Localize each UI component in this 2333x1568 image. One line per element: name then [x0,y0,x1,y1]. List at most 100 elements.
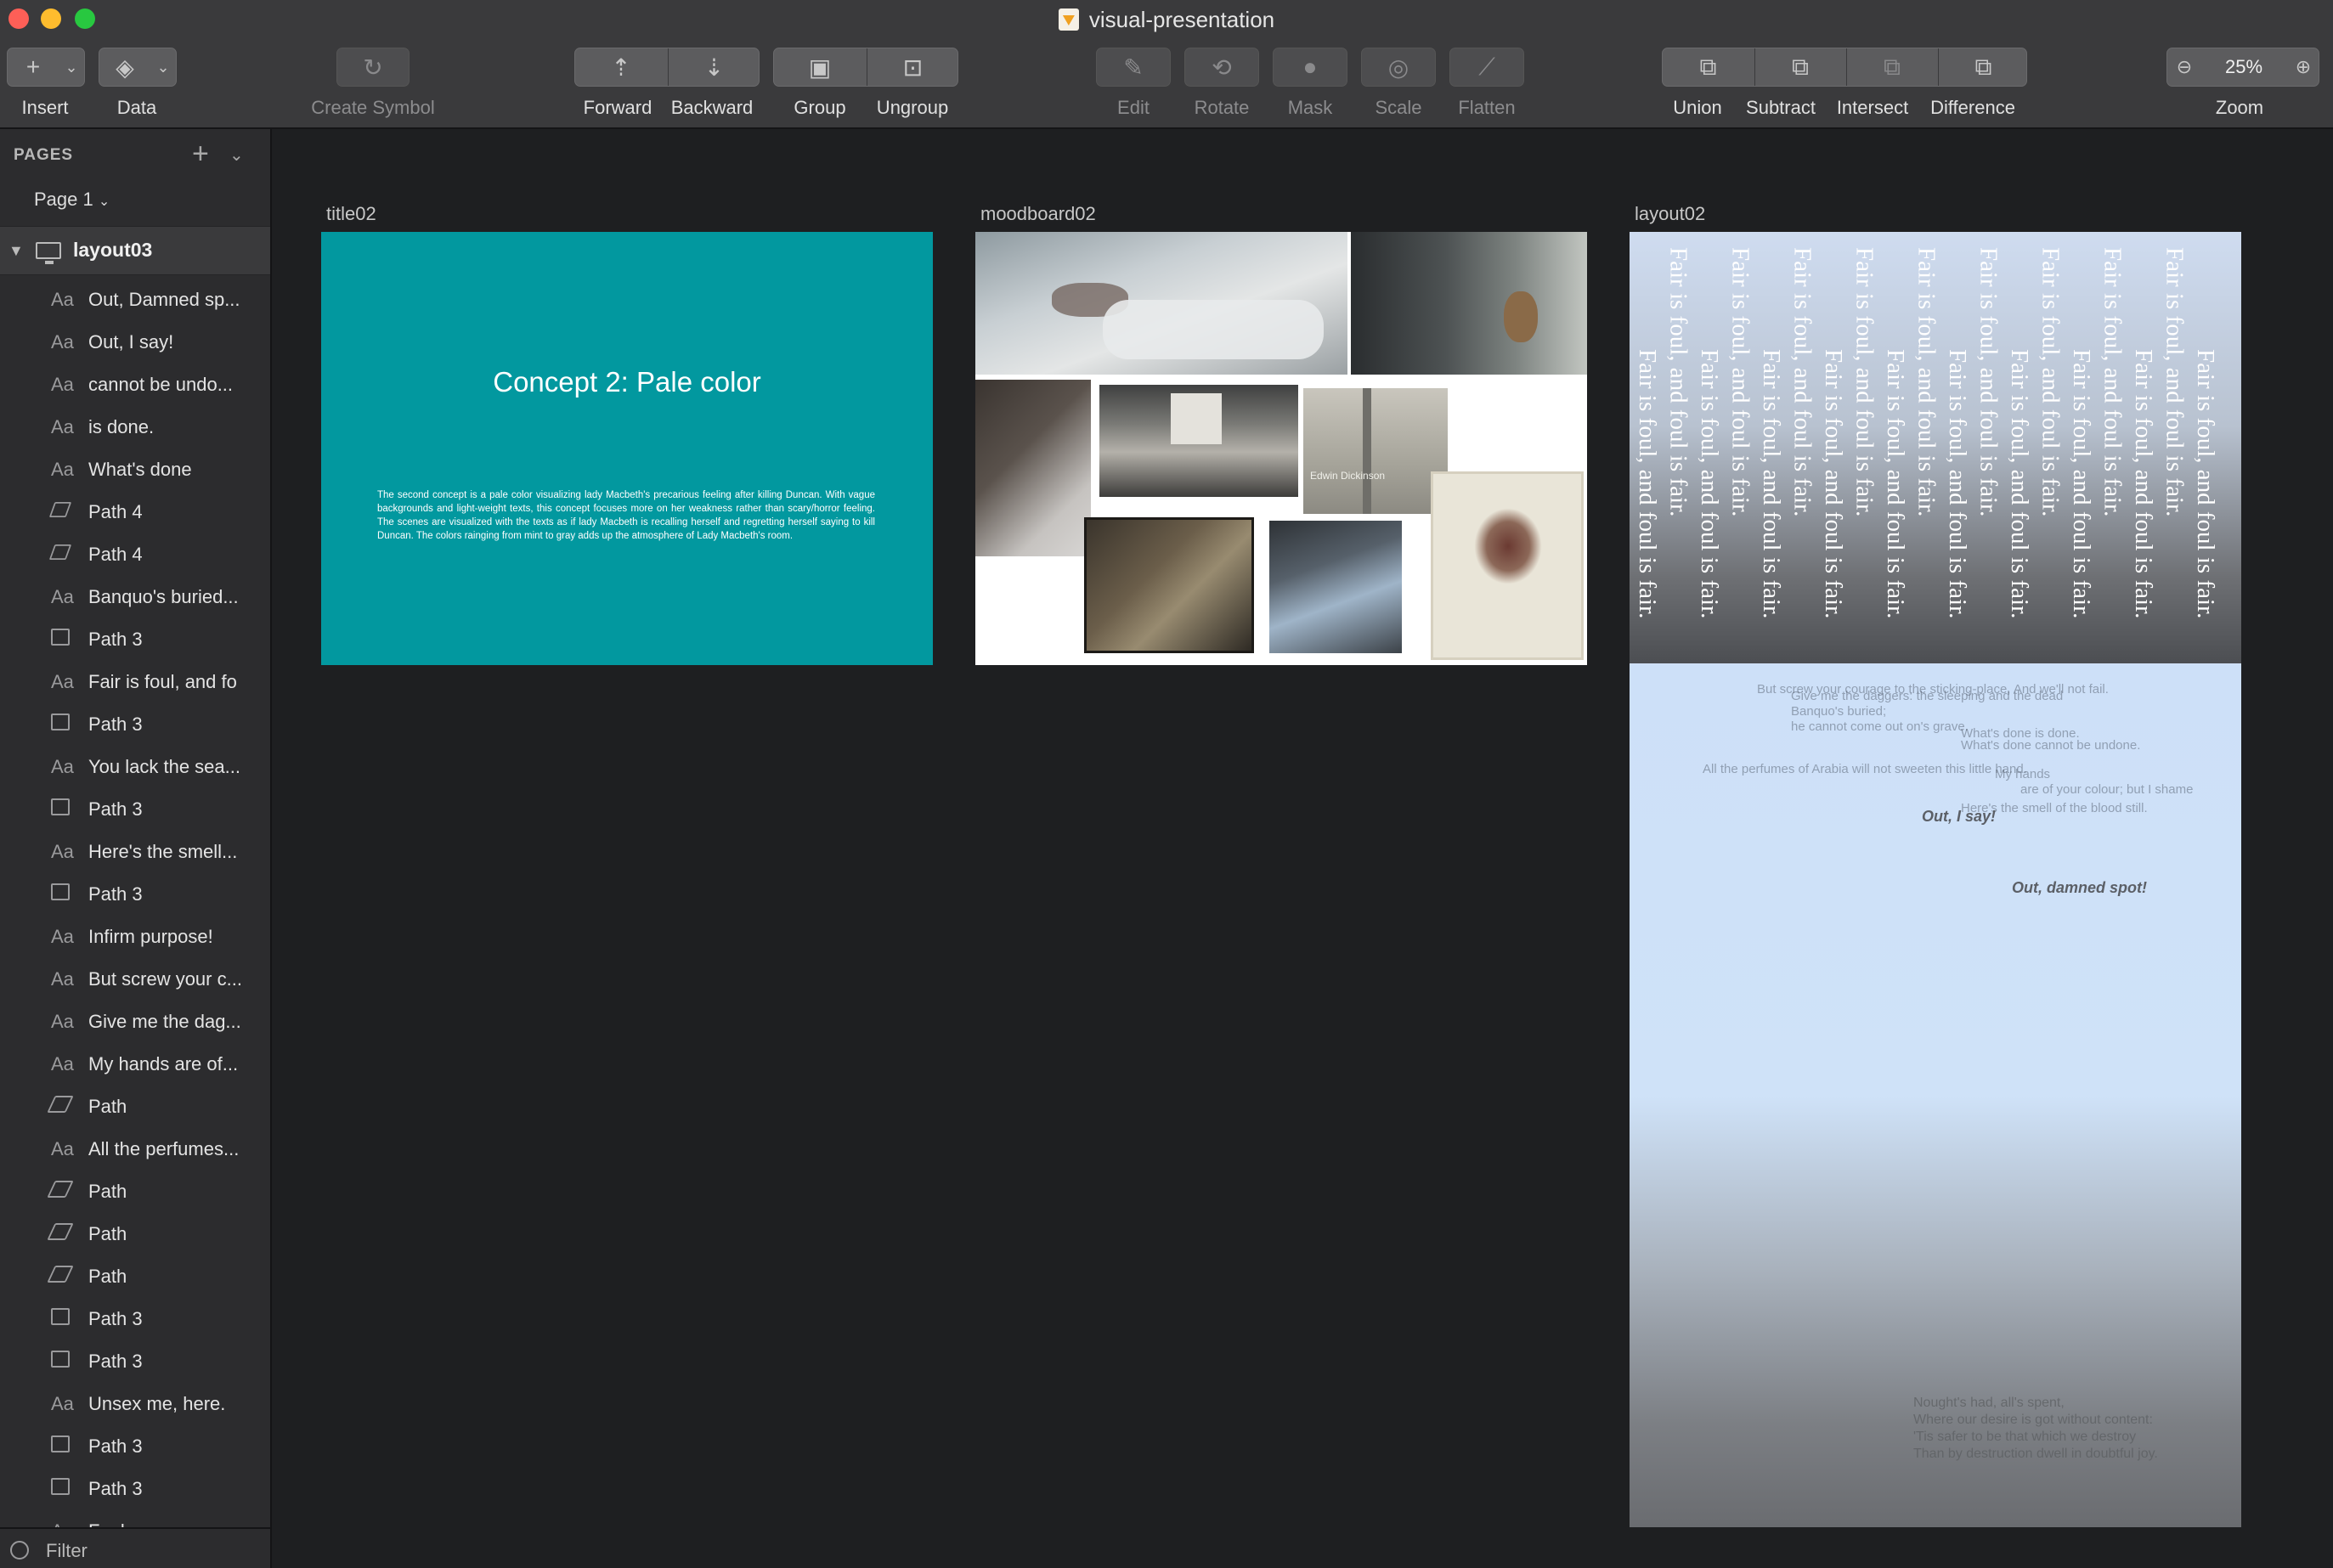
collapse-pages-button[interactable]: ⌄ [229,144,244,166]
layer-row[interactable]: Path 3 [0,1468,270,1510]
zoom-control: ⊖ 25% ⊕ [2166,48,2319,87]
layer-row[interactable]: Path 4 [0,491,270,533]
disclosure-triangle-icon[interactable]: ▼ [8,242,24,260]
group-button[interactable]: ▣ [774,48,866,86]
artboard-label-layout02[interactable]: layout02 [1635,203,1705,225]
moodboard-photo-dark-bed[interactable] [975,380,1091,556]
artboard-label-moodboard02[interactable]: moodboard02 [980,203,1096,225]
backward-button[interactable]: ⇣ [668,48,760,86]
filter-icon [10,1541,29,1560]
shape-layer-icon [51,1435,88,1458]
moodboard-photo-teddy-bear-window[interactable] [1351,232,1587,375]
layer-row[interactable]: Aa Here's the smell... [0,831,270,873]
rotate-button[interactable]: ⟲ [1184,48,1259,87]
layer-row[interactable]: Aa But screw your c... [0,958,270,1001]
zoom-in-button[interactable]: ⊕ [2286,48,2320,86]
layer-row[interactable]: Path 3 [0,873,270,916]
layer-row[interactable]: Path 3 [0,703,270,746]
quote-out-damned-spot: Out, damned spot! [2012,879,2147,896]
layer-row[interactable]: Aa You lack the sea... [0,746,270,788]
layer-row[interactable]: Aa Give me the dag... [0,1001,270,1043]
layer-row[interactable]: Path [0,1086,270,1128]
filter-bar[interactable]: Filter [0,1527,270,1568]
layer-row[interactable]: Path 3 [0,788,270,831]
send-backward-icon: ⇣ [703,54,725,81]
moodboard-photo-edwin-dickinson[interactable]: Edwin Dickinson [1303,388,1448,514]
layer-row[interactable]: Path 3 [0,1298,270,1340]
layer-name: But screw your c... [88,968,242,990]
layer-name: is done. [88,416,155,437]
intersect-button[interactable]: ⧉ [1846,48,1937,86]
forward-button[interactable]: ⇡ [575,48,667,86]
artboard-title02[interactable]: Concept 2: Pale color The second concept… [321,232,933,665]
layer-row[interactable]: Aa Banquo's buried... [0,576,270,618]
layer-row[interactable]: Path 4 [0,533,270,576]
flatten-button[interactable]: ⟋ [1449,48,1524,87]
shape-layer-glyph [51,1308,70,1325]
layer-row[interactable]: Aa Infirm purpose! [0,916,270,958]
artboard-label-title02[interactable]: title02 [326,203,376,225]
layer-row[interactable]: Path [0,1170,270,1213]
artboard-layout02[interactable]: Fair is foul, and foul is fair. Fair is f… [1630,232,2241,1527]
shape-layer-icon [51,713,88,736]
shape-layer-glyph [51,1351,70,1368]
vertical-text-column: Fair is foul, and foul is fair. [1788,247,1816,517]
vertical-text-column: Fair is foul, and foul is fair. [2068,349,2095,619]
ungroup-label: Ungroup [876,97,949,118]
layer-row[interactable]: Path 3 [0,1340,270,1383]
artboard-layer-row[interactable]: ▼ layout03 [0,226,270,275]
scale-label: Scale [1375,97,1422,118]
subtract-label: Subtract [1746,97,1816,118]
text-layer-icon: Aa [51,926,74,947]
zoom-out-button[interactable]: ⊖ [2167,48,2201,86]
layer-row[interactable]: Aa Unsex me, here. [0,1383,270,1425]
layer-row[interactable]: Aa All the perfumes... [0,1128,270,1170]
vertical-text-column: Fair is foul, and foul is fair. [1974,247,2003,517]
insert-button[interactable]: + ⌄ [7,48,85,87]
shape-layer-glyph [47,1223,74,1240]
moodboard-photo-bed-window[interactable] [1099,385,1298,497]
edit-button[interactable]: ✎ [1096,48,1171,87]
layer-name: cannot be undo... [88,374,234,395]
layer-list: Aa Out, Damned sp... Aa Out, I say! Aa cannot… [0,279,270,1553]
layer-row[interactable]: Aa Out, I say! [0,321,270,364]
layer-row[interactable]: Path 3 [0,1425,270,1468]
minus-circle-icon: ⊖ [2176,56,2193,77]
zoom-value[interactable]: 25% [2201,48,2286,86]
create-symbol-button[interactable]: ↻ [336,48,410,87]
layer-row[interactable]: Path [0,1255,270,1298]
artboard-name: layout03 [73,239,153,261]
layer-row[interactable]: Aa My hands are of... [0,1043,270,1086]
difference-label: Difference [1930,97,2015,118]
moodboard-photo-dried-flowers[interactable] [1431,471,1584,660]
ghost-quote-text: All the perfumes of Arabia will not swee… [1703,762,2027,776]
moodboard-photo-sleeping-woman[interactable] [975,232,1347,375]
text-layer-icon: Aa [51,1393,74,1414]
layer-row[interactable]: Path 3 [0,618,270,661]
ungroup-button[interactable]: ⊡ [867,48,958,86]
union-button[interactable]: ⧉ [1663,48,1754,86]
artboard-moodboard02[interactable]: Edwin Dickinson [975,232,1587,665]
layer-row[interactable]: Aa Fair is foul, and fo [0,661,270,703]
scale-button[interactable]: ◎ [1361,48,1436,87]
subtract-button[interactable]: ⧉ [1754,48,1845,86]
data-button[interactable]: ◈ ⌄ [99,48,177,87]
shape-layer-glyph [51,1478,70,1495]
layer-row[interactable]: Path [0,1213,270,1255]
mask-button[interactable]: ● [1273,48,1347,87]
vertical-text-column: Fair is foul, and foul is fair. [2130,349,2157,619]
moodboard-photo-blue-bed[interactable] [1269,521,1402,653]
shape-layer-icon [51,1478,88,1500]
page-selector[interactable]: Page 1 ⌄ [34,189,110,211]
window-title: visual-presentation [0,3,2333,36]
layer-row[interactable]: Aa Out, Damned sp... [0,279,270,321]
moodboard-photo-painting[interactable] [1084,517,1254,653]
layer-name: Path 3 [88,1351,143,1372]
layer-name: Path [88,1223,127,1244]
layer-row[interactable]: Aa cannot be undo... [0,364,270,406]
closing-quote-line: Nought's had, all's spent, [1913,1396,2065,1410]
layer-row[interactable]: Aa is done. [0,406,270,448]
add-page-button[interactable]: + [192,138,209,171]
difference-button[interactable]: ⧉ [1938,48,2028,86]
layer-row[interactable]: Aa What's done [0,448,270,491]
